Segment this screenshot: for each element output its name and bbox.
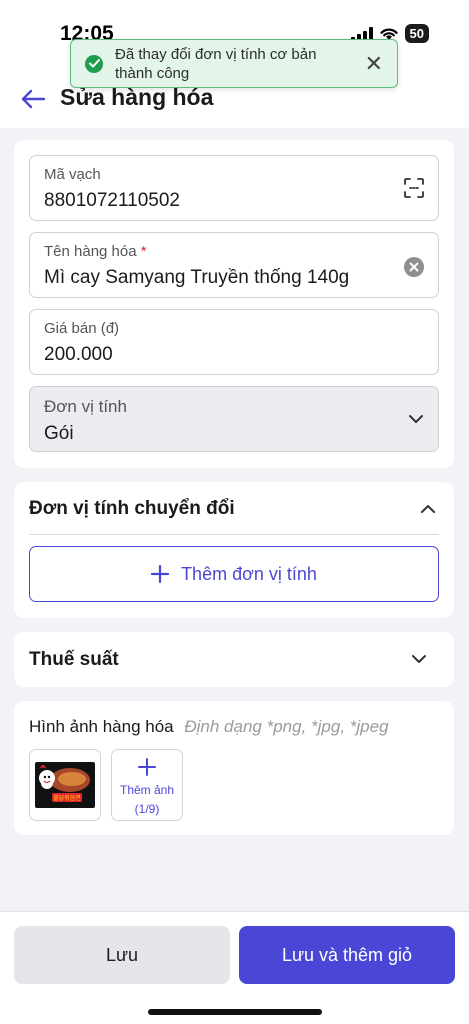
unit-value: Gói [44,423,74,444]
save-and-add-to-cart-button[interactable]: Lưu và thêm giỏ [239,926,455,984]
add-image-text: Thêm ảnh (1/9) [112,781,182,819]
home-indicator[interactable] [148,1009,322,1015]
product-image-thumbnail[interactable]: 불닭볶음면 [29,749,101,821]
chevron-down-icon[interactable] [411,654,427,664]
divider [29,534,439,535]
product-images-card: Hình ảnh hàng hóa Định dạng *png, *jpg, … [14,701,454,835]
image-count: (1/9) [134,802,160,816]
conversion-units-title: Đơn vị tính chuyển đổi [29,498,235,519]
images-title: Hình ảnh hàng hóa [29,717,174,736]
save-button[interactable]: Lưu [14,926,230,984]
product-image: 불닭볶음면 [35,762,95,808]
add-unit-label: Thêm đơn vị tính [181,563,317,584]
package-label: 불닭볶음면 [53,794,81,802]
add-image-label: Thêm ảnh [119,783,175,797]
images-format-hint: Định dạng *png, *jpg, *jpeg [184,717,389,736]
price-value: 200.000 [44,344,113,365]
footer-bar: Lưu Lưu và thêm giỏ [0,911,469,1024]
product-name-value: Mì cay Samyang Truyền thống 140g [44,267,350,288]
unit-label: Đơn vị tính [44,397,127,416]
chevron-down-icon [409,415,423,423]
plus-icon [151,565,170,583]
success-toast: Đã thay đổi đơn vị tính cơ bản thành côn… [70,39,398,88]
plus-icon [138,758,156,776]
back-arrow-icon[interactable] [20,88,46,110]
tax-card[interactable]: Thuế suất [14,632,454,687]
price-label: Giá bán (đ) [44,320,120,337]
check-circle-icon [85,54,103,73]
tax-title: Thuế suất [29,649,119,670]
chevron-up-icon[interactable] [420,504,436,514]
unit-select[interactable]: Đơn vị tính Gói [29,386,439,452]
toast-message: Đã thay đổi đơn vị tính cơ bản thành côn… [115,45,317,82]
page-title: Sửa hàng hóa [60,84,214,110]
product-form-card: Mã vạch 8801072110502 Tên hàng hóa * Mì … [14,140,454,468]
product-name-field[interactable]: Tên hàng hóa * Mì cay Samyang Truyền thố… [29,232,439,298]
price-field[interactable]: Giá bán (đ) 200.000 [29,309,439,375]
clear-icon[interactable] [404,257,424,277]
images-header: Hình ảnh hàng hóa Định dạng *png, *jpg, … [29,717,389,737]
barcode-scan-icon[interactable] [404,178,424,198]
product-name-label-text: Tên hàng hóa [44,243,137,260]
add-image-button[interactable]: Thêm ảnh (1/9) [111,749,183,821]
battery-indicator: 50 [404,24,429,43]
close-icon[interactable]: ✕ [365,52,383,75]
barcode-label: Mã vạch [44,166,101,183]
conversion-units-card: Đơn vị tính chuyển đổi Thêm đơn vị tính [14,482,454,618]
barcode-field[interactable]: Mã vạch 8801072110502 [29,155,439,221]
product-name-label: Tên hàng hóa * [44,243,147,260]
barcode-value: 8801072110502 [44,190,180,211]
add-unit-button[interactable]: Thêm đơn vị tính [29,546,439,602]
required-mark: * [140,243,147,260]
